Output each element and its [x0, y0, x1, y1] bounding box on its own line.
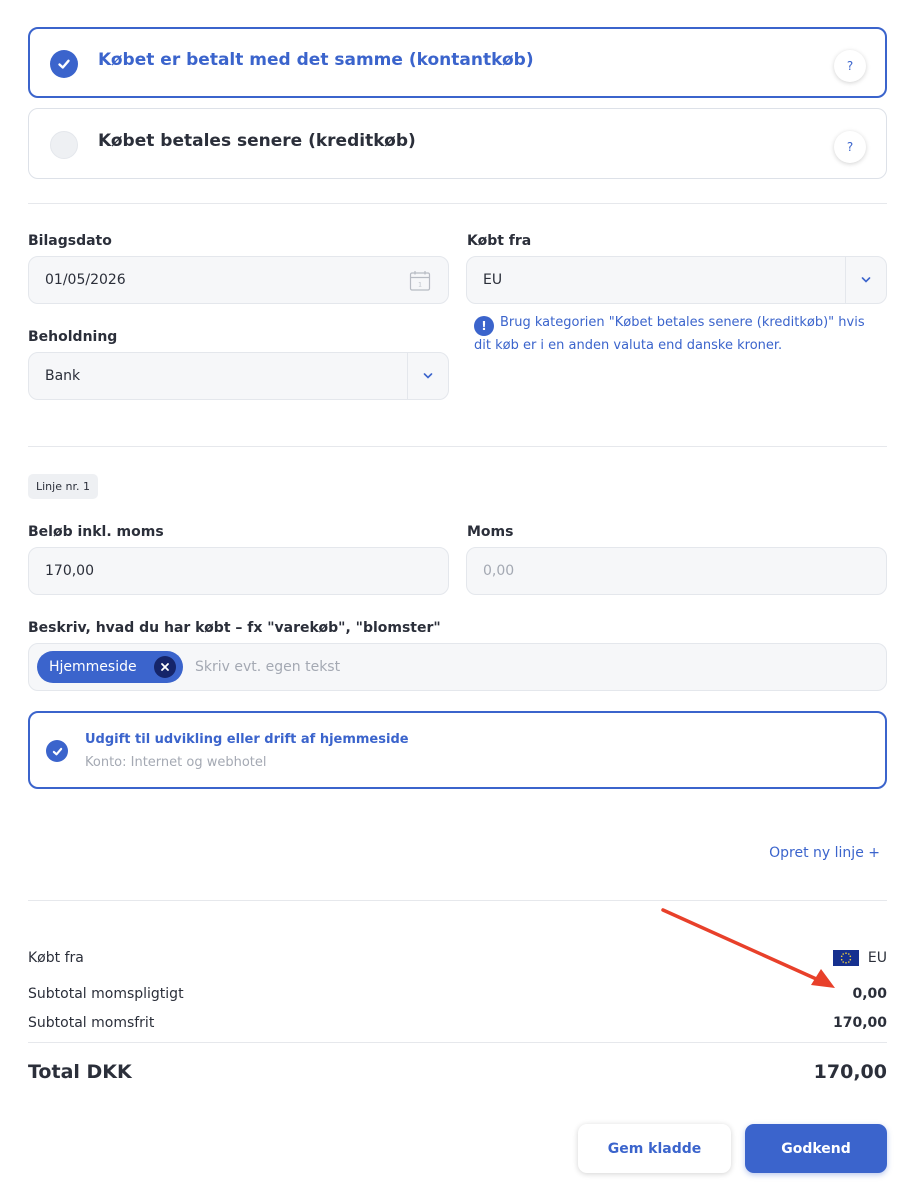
beholdning-label: Beholdning — [28, 329, 118, 345]
divider — [28, 203, 887, 204]
info-icon: ! — [474, 316, 494, 336]
line-badge: Linje nr. 1 — [28, 474, 98, 499]
momsfrit-value: 170,00 — [832, 1015, 887, 1031]
option-label: Købet betales senere (kreditkøb) — [98, 131, 416, 151]
account-suggestion[interactable]: Udgift til udvikling eller drift af hjem… — [28, 711, 887, 789]
close-icon[interactable] — [154, 656, 176, 678]
summary-kobt-fra-label: Købt fra — [28, 950, 84, 966]
vat-input[interactable]: 0,00 — [466, 547, 887, 595]
approve-button[interactable]: Godkend — [745, 1124, 887, 1173]
amount-label: Beløb inkl. moms — [28, 524, 164, 540]
option-credit-purchase[interactable]: Købet betales senere (kreditkøb) ? — [28, 108, 887, 179]
account-title: Udgift til udvikling eller drift af hjem… — [85, 732, 409, 747]
amount-input[interactable]: 170,00 — [28, 547, 449, 595]
account-subtitle: Konto: Internet og webhotel — [85, 755, 267, 770]
svg-text:1: 1 — [418, 282, 422, 289]
kobt-fra-value: EU — [483, 272, 503, 288]
vat-label: Moms — [467, 524, 514, 540]
total-value: 170,00 — [813, 1061, 887, 1083]
chevron-down-icon[interactable] — [408, 353, 448, 399]
annotation-arrow-icon — [661, 908, 835, 988]
vat-placeholder: 0,00 — [483, 563, 515, 579]
summary-momsfrit: Subtotal momsfrit 170,00 — [28, 1015, 887, 1031]
calendar-icon[interactable]: 1 — [408, 269, 432, 297]
radio-icon — [50, 131, 78, 159]
new-line-link[interactable]: Opret ny linje + — [769, 845, 880, 861]
bilagsdato-value: 01/05/2026 — [45, 272, 126, 288]
bilagsdato-input[interactable]: 01/05/2026 1 — [28, 256, 449, 304]
summary-total: Total DKK 170,00 — [28, 1061, 887, 1083]
momspligtigt-value: 0,00 — [852, 986, 887, 1002]
divider — [28, 1042, 887, 1043]
save-draft-button[interactable]: Gem kladde — [578, 1124, 731, 1173]
description-label: Beskriv, hvad du har købt – fx "varekøb"… — [28, 620, 441, 636]
bilagsdato-label: Bilagsdato — [28, 233, 112, 249]
momsfrit-label: Subtotal momsfrit — [28, 1015, 155, 1031]
tag-chip[interactable]: Hjemmeside — [37, 651, 183, 683]
momspligtigt-label: Subtotal momspligtigt — [28, 986, 184, 1002]
beholdning-value: Bank — [45, 368, 81, 384]
kobt-fra-select[interactable]: EU — [466, 256, 887, 304]
description-placeholder: Skriv evt. egen tekst — [195, 659, 341, 675]
summary-kobt-fra-value: EU — [867, 950, 887, 966]
kobt-fra-label: Købt fra — [467, 233, 532, 249]
help-button[interactable]: ? — [834, 50, 866, 82]
divider — [28, 446, 887, 447]
beholdning-select[interactable]: Bank — [28, 352, 449, 400]
checkmark-icon — [50, 50, 78, 78]
currency-info: ! Brug kategorien "Købet betales senere (… — [474, 313, 884, 356]
help-button[interactable]: ? — [834, 131, 866, 163]
chip-label: Hjemmeside — [49, 659, 137, 675]
info-text: Brug kategorien "Købet betales senere (k… — [474, 315, 865, 353]
amount-value: 170,00 — [45, 563, 94, 579]
total-label: Total DKK — [28, 1061, 132, 1083]
chevron-down-icon[interactable] — [846, 257, 886, 303]
checkmark-icon — [46, 740, 68, 762]
option-cash-purchase[interactable]: Købet er betalt med det samme (kontantkø… — [28, 27, 887, 98]
option-label: Købet er betalt med det samme (kontantkø… — [98, 50, 534, 70]
